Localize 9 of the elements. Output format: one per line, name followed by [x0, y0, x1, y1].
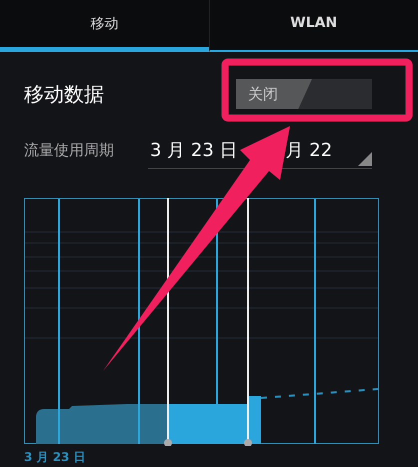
mobile-data-label: 移动数据 [24, 80, 105, 108]
sweep-handle[interactable] [164, 198, 172, 446]
tab[interactable]: 移动 [0, 0, 208, 52]
dropdown-corner-icon [358, 152, 372, 166]
sweep-handle[interactable] [244, 198, 252, 446]
tab[interactable]: WLAN [208, 0, 418, 52]
usage-cycle-label: 流量使用周期 [24, 140, 115, 160]
mobile-data-switch[interactable]: 关闭 [236, 79, 372, 109]
graph-start-date: 3 月 23 日 [24, 449, 86, 466]
